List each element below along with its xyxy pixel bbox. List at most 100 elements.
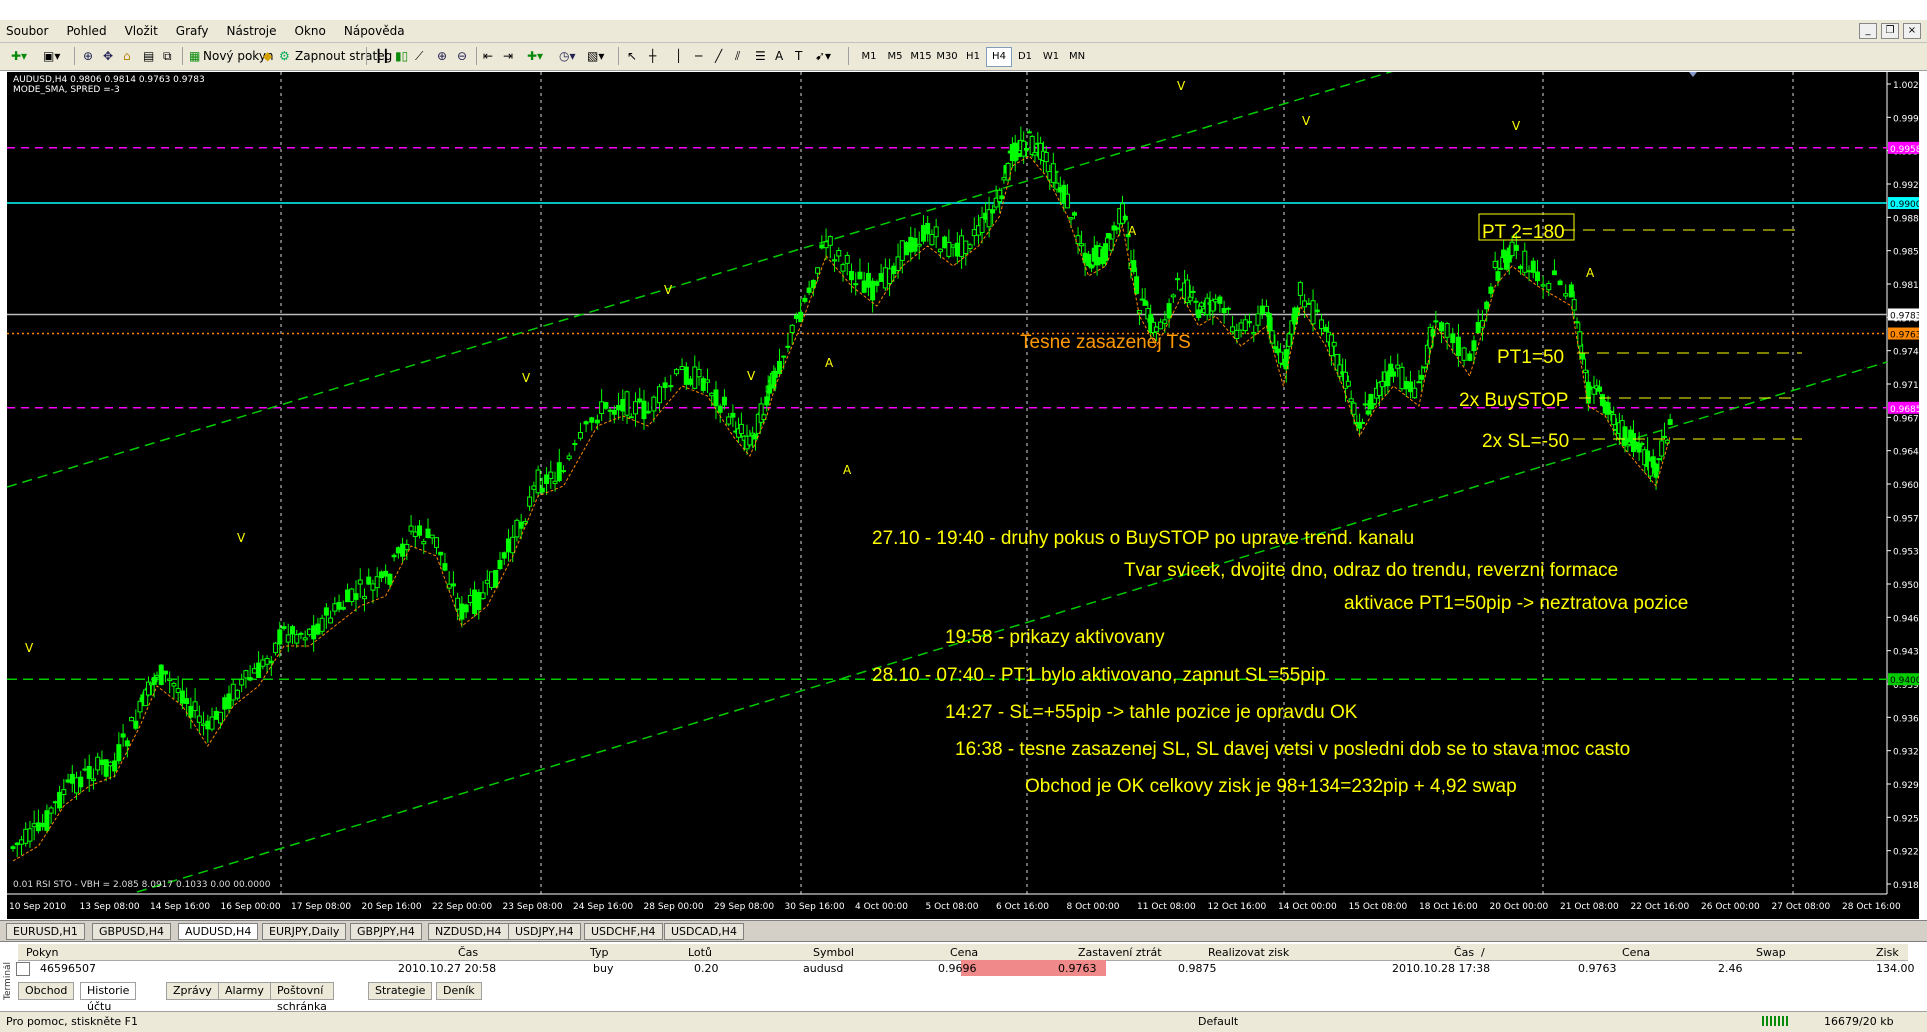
- timeframe-m5[interactable]: M5: [882, 47, 908, 67]
- timeframe-m1[interactable]: M1: [856, 47, 882, 67]
- autoscroll-icon[interactable]: ⇤: [480, 46, 496, 66]
- symbol-tab[interactable]: USDCAD,H4: [664, 923, 744, 940]
- navigator-icon[interactable]: ⌂: [120, 46, 134, 66]
- terminal-tab[interactable]: Strategie: [368, 982, 433, 1000]
- candle-body: [1105, 233, 1111, 239]
- profiles-icon[interactable]: ▣▾: [40, 46, 63, 66]
- menu-item[interactable]: Nástroje: [227, 24, 277, 38]
- candle-body: [798, 311, 804, 323]
- column-header[interactable]: Symbol: [813, 946, 854, 959]
- candle-body: [1314, 309, 1320, 313]
- candle-body: [10, 846, 16, 849]
- market-watch-icon[interactable]: ⊕: [80, 46, 96, 66]
- vertical-line-icon[interactable]: │: [672, 46, 685, 66]
- column-header[interactable]: Typ: [590, 946, 609, 959]
- column-header[interactable]: /: [1481, 946, 1485, 959]
- candle-body: [277, 629, 283, 645]
- symbol-tab[interactable]: EURJPY,Daily: [262, 923, 347, 940]
- symbol-tab[interactable]: NZDUSD,H4: [428, 923, 509, 940]
- minimize-button[interactable]: _: [1859, 23, 1877, 39]
- terminal-tab[interactable]: Historie účtu: [80, 982, 137, 1013]
- symbol-tab[interactable]: AUDUSD,H4: [178, 923, 259, 940]
- indicators-icon[interactable]: ✚▾: [524, 46, 546, 66]
- candle-body: [1608, 411, 1614, 414]
- menu-item[interactable]: Grafy: [176, 24, 209, 38]
- candle-body: [999, 195, 1005, 200]
- timeframe-mn[interactable]: MN: [1064, 47, 1090, 67]
- timeframe-h4[interactable]: H4: [986, 47, 1012, 67]
- candle-body: [1513, 244, 1519, 251]
- periods-icon[interactable]: ◷▾: [556, 46, 579, 66]
- column-header[interactable]: Pokyn: [26, 946, 58, 959]
- meta-editor-icon[interactable]: ◆: [260, 46, 275, 66]
- restore-button[interactable]: ❐: [1881, 23, 1899, 39]
- channel-icon[interactable]: ⫽: [732, 46, 743, 66]
- cursor-icon[interactable]: ↖: [624, 46, 640, 66]
- symbol-tab[interactable]: GBPUSD,H4: [92, 923, 171, 940]
- close-button[interactable]: ×: [1903, 23, 1921, 39]
- new-chart-icon[interactable]: ✚▾: [8, 46, 30, 66]
- time-tick-label: 26 Oct 00:00: [1701, 902, 1760, 912]
- annotation-ts: Tesne zasazenej TS: [1020, 332, 1191, 353]
- text-icon[interactable]: A: [772, 46, 786, 66]
- annotation-note: aktivace PT1=50pip -> neztratova pozice: [1344, 593, 1688, 614]
- bar-chart-icon[interactable]: ┃┃: [372, 46, 392, 66]
- terminal-tab[interactable]: Deník: [436, 982, 482, 1000]
- fibonacci-icon[interactable]: ☰: [752, 46, 769, 66]
- timeframe-h1[interactable]: H1: [960, 47, 986, 67]
- menu-item[interactable]: Pohled: [66, 24, 106, 38]
- symbol-tab[interactable]: USDJPY,H4: [508, 923, 581, 940]
- symbol-tab[interactable]: EURUSD,H1: [6, 923, 85, 940]
- crosshair-icon[interactable]: ┼: [646, 46, 659, 66]
- table-cell: 2010.10.27 20:58: [398, 962, 497, 975]
- candle-body: [205, 720, 211, 730]
- column-header[interactable]: Realizovat zisk: [1208, 946, 1289, 959]
- table-row[interactable]: 46596507 2010.10.27 20:58 buy 0.20 audusd 0.9…: [16, 960, 1915, 976]
- price-tick-label: 0.9640: [1893, 448, 1919, 458]
- tester-icon[interactable]: ⧉: [160, 46, 175, 66]
- templates-icon[interactable]: ▧▾: [584, 46, 607, 66]
- line-chart-icon[interactable]: ⟋: [412, 46, 426, 66]
- column-header[interactable]: Čas: [1454, 946, 1474, 959]
- terminal-tab[interactable]: Zprávy: [166, 982, 219, 1000]
- column-header[interactable]: Zisk: [1876, 946, 1899, 959]
- column-header[interactable]: Cena: [1622, 946, 1650, 959]
- text-label-icon[interactable]: T: [792, 46, 805, 66]
- trendline-icon[interactable]: ╱: [712, 46, 725, 66]
- symbol-tab[interactable]: USDCHF,H4: [584, 923, 663, 940]
- menu-item[interactable]: Okno: [295, 24, 326, 38]
- candlestick-icon[interactable]: ▮▯: [392, 46, 411, 66]
- terminal-tab[interactable]: Poštovní schránka: [270, 982, 334, 1013]
- terminal-tab[interactable]: Alarmy: [218, 982, 271, 1000]
- zoom-in-icon[interactable]: ⊕: [434, 46, 450, 66]
- horizontal-line-icon[interactable]: ─: [692, 46, 705, 66]
- data-window-icon[interactable]: ✥: [100, 46, 116, 66]
- symbol-tab[interactable]: GBPJPY,H4: [350, 923, 422, 940]
- time-tick-label: 21 Oct 08:00: [1560, 902, 1619, 912]
- menu-item[interactable]: Nápověda: [344, 24, 405, 38]
- candle-body: [1659, 440, 1665, 457]
- menu-item[interactable]: Soubor: [6, 24, 48, 38]
- arrows-icon[interactable]: ➹▾: [812, 46, 834, 66]
- column-header[interactable]: Čas: [458, 946, 478, 959]
- menu-item[interactable]: Vložit: [125, 24, 158, 38]
- zoom-out-icon[interactable]: ⊖: [454, 46, 470, 66]
- candle-body: [48, 807, 54, 814]
- chart-area[interactable]: 1.00250.99900.99550.99200.98850.98500.98…: [7, 72, 1919, 919]
- timeframe-m30[interactable]: M30: [934, 47, 960, 67]
- candle-body: [95, 756, 101, 771]
- timeframe-m15[interactable]: M15: [908, 47, 934, 67]
- column-header[interactable]: Zastavení ztrát: [1078, 946, 1162, 959]
- candle-body: [234, 689, 240, 699]
- terminal-tab[interactable]: Obchod: [18, 982, 75, 1000]
- column-header[interactable]: Swap: [1756, 946, 1786, 959]
- price-tag-label: 0.9783: [1890, 311, 1919, 321]
- column-header[interactable]: Lotů: [688, 946, 712, 959]
- auto-trading-icon[interactable]: ⚙: [276, 46, 293, 66]
- chart-shift-icon[interactable]: ⇥: [500, 46, 516, 66]
- terminal-icon[interactable]: ▤: [140, 46, 157, 66]
- timeframe-w1[interactable]: W1: [1038, 47, 1064, 67]
- timeframe-d1[interactable]: D1: [1012, 47, 1038, 67]
- column-header[interactable]: Cena: [950, 946, 978, 959]
- price-chart[interactable]: 1.00250.99900.99550.99200.98850.98500.98…: [7, 72, 1919, 919]
